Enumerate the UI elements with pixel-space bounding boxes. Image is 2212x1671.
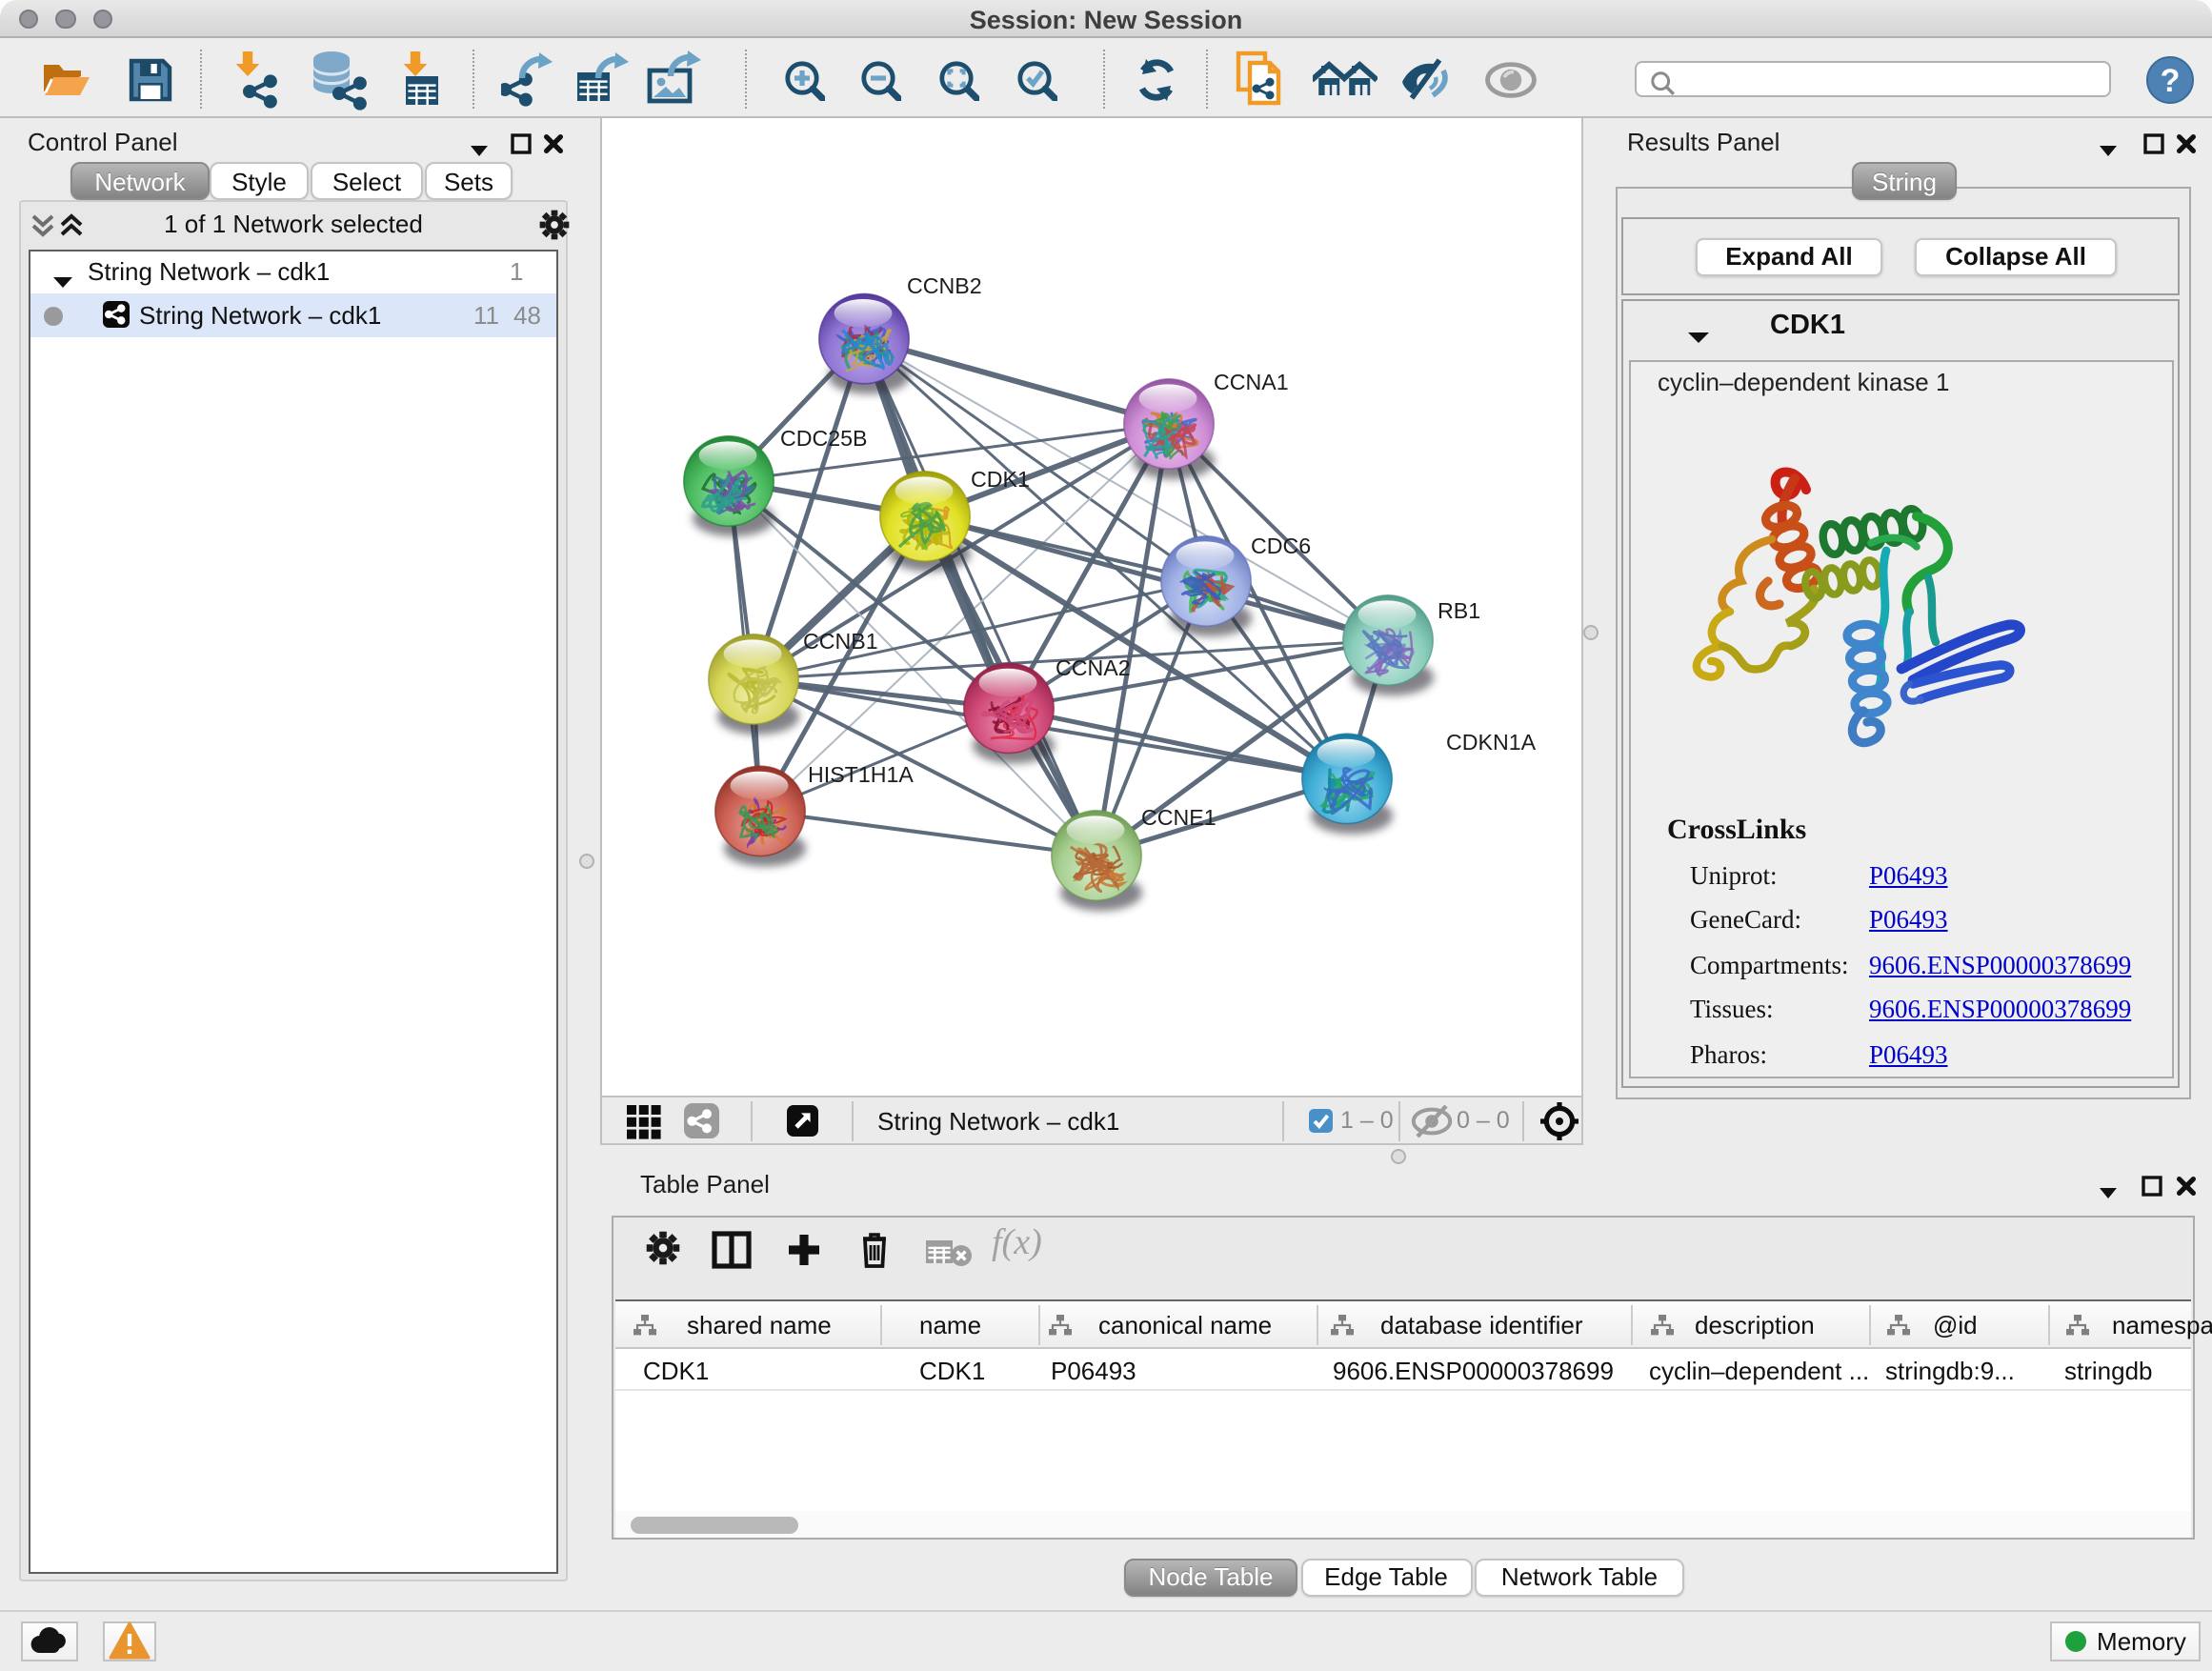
svg-text:CCNA2: CCNA2 bbox=[1055, 655, 1130, 680]
svg-text:CDC6: CDC6 bbox=[1250, 534, 1310, 558]
svg-text:HIST1H1A: HIST1H1A bbox=[807, 762, 913, 787]
svg-text:CDKN1A: CDKN1A bbox=[1445, 730, 1536, 755]
svg-text:RB1: RB1 bbox=[1437, 598, 1479, 623]
svg-text:?: ? bbox=[2161, 62, 2181, 98]
svg-text:CCNA1: CCNA1 bbox=[1213, 370, 1288, 394]
svg-text:CCNE1: CCNE1 bbox=[1140, 805, 1216, 830]
svg-text:CCNB2: CCNB2 bbox=[906, 273, 981, 298]
svg-text:CDC25B: CDC25B bbox=[779, 426, 867, 451]
svg-text:CCNB1: CCNB1 bbox=[802, 629, 877, 654]
svg-text:CDK1: CDK1 bbox=[970, 467, 1029, 492]
